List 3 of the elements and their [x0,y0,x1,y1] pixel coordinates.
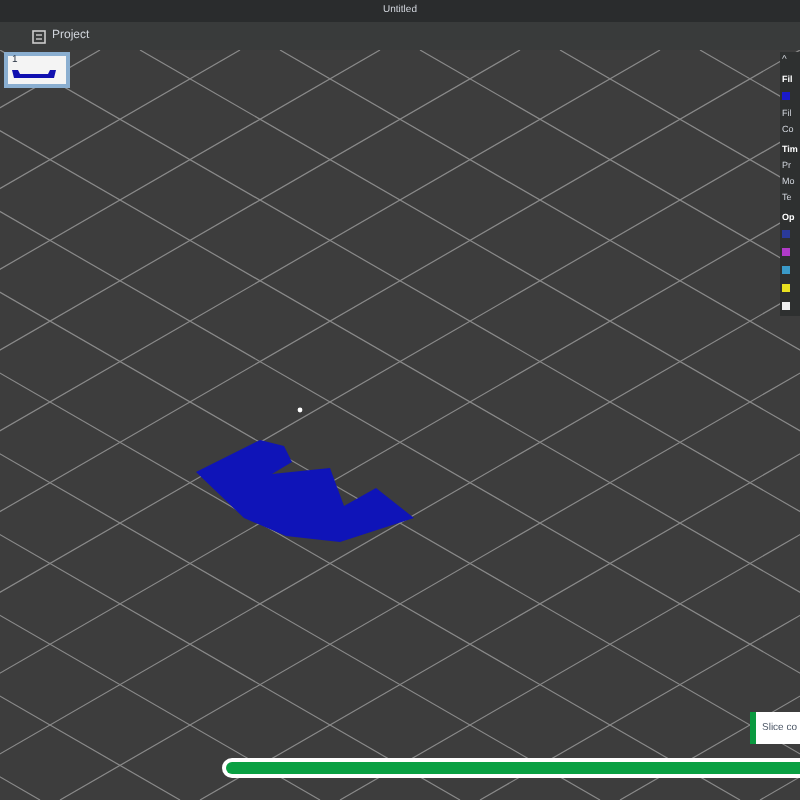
project-icon [32,29,46,43]
model-thumbnail-icon [12,70,56,78]
point-marker [297,407,303,413]
